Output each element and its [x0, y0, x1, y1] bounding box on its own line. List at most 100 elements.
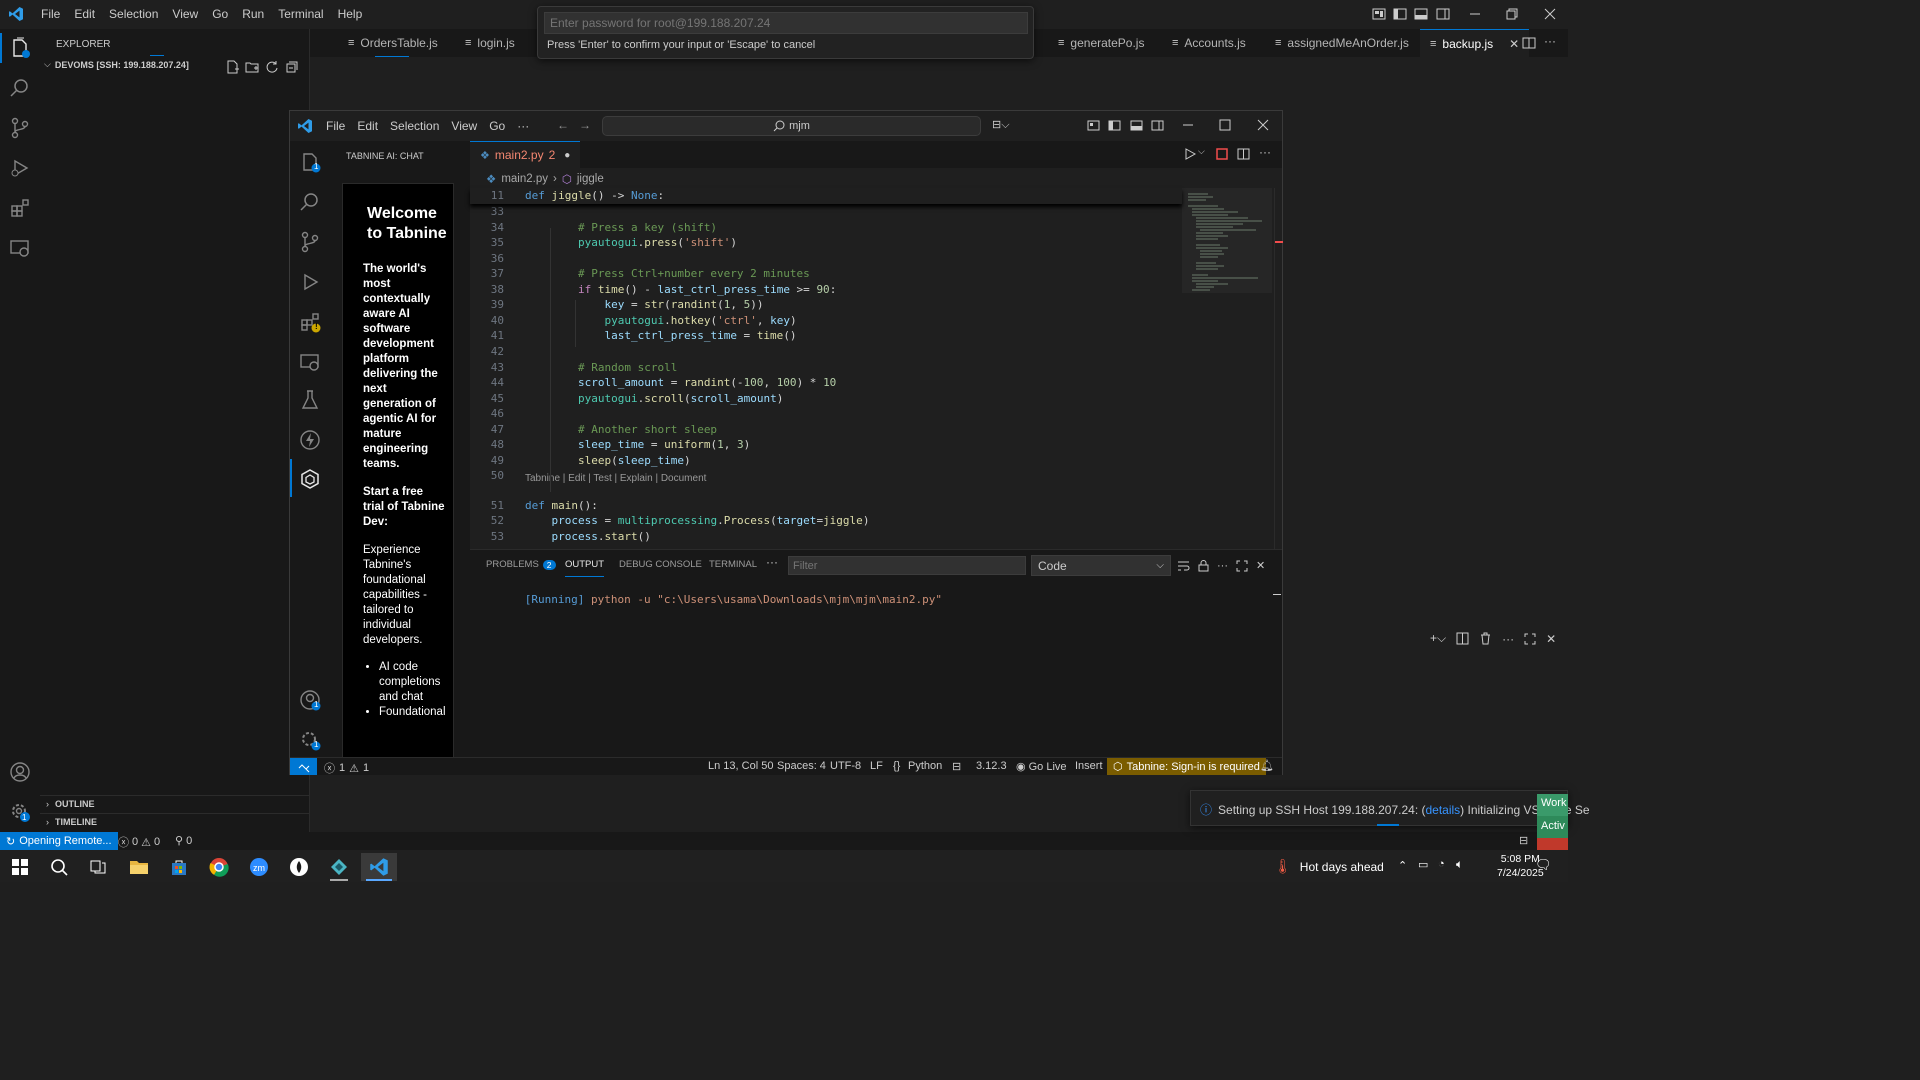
extensions-icon[interactable] [9, 197, 31, 219]
side-badge-red[interactable] [1537, 838, 1568, 850]
more-tabs-icon[interactable]: ··· [766, 555, 778, 569]
close-window-icon[interactable] [1543, 7, 1557, 21]
breadcrumb-file[interactable]: main2.py [501, 173, 548, 185]
menu-run[interactable]: Run [235, 7, 271, 21]
menu-file[interactable]: File [320, 119, 351, 133]
ports-status[interactable]: ⚲ 0 [175, 834, 192, 848]
filter-input[interactable] [788, 556, 1026, 575]
breadcrumb-symbol[interactable]: jiggle [577, 173, 604, 185]
volume-icon[interactable]: 🔈︎ [1456, 857, 1463, 872]
copilot-icon[interactable]: ⊟⌵ [992, 118, 1010, 132]
tab-orderstable[interactable]: ≡ OrdersTable.js [338, 29, 448, 57]
tabnine-icon[interactable] [299, 468, 321, 490]
code-line[interactable]: last_ctrl_press_time = time() [525, 329, 796, 342]
folder-header[interactable]: ⌵ DEVOMS [SSH: 199.188.207.24] [44, 59, 189, 70]
menu-edit[interactable]: Edit [351, 119, 384, 133]
timeline-section[interactable]: › TIMELINE [46, 817, 97, 827]
add-terminal-icon[interactable]: +⌵ [1430, 631, 1446, 646]
problems-status[interactable]: ⓧ 1 ⚠ 1 [324, 760, 369, 776]
toggle-secondary-sidebar-icon[interactable] [1436, 7, 1450, 21]
language-mode[interactable]: Python [908, 760, 942, 772]
tab-generatepo[interactable]: ≡ generatePo.js [1048, 29, 1154, 57]
side-badge[interactable]: Work [1537, 794, 1568, 816]
more-icon[interactable]: ··· [1217, 560, 1228, 572]
tab-accounts[interactable]: ≡ Accounts.js [1162, 29, 1256, 57]
maximize-panel-icon[interactable] [1236, 560, 1248, 572]
menu-go[interactable]: Go [205, 7, 235, 21]
code-line[interactable]: key = str(randint(1, 5)) [525, 298, 763, 311]
end-of-line[interactable]: LF [870, 760, 883, 772]
remote-indicator[interactable]: ↻ Opening Remote... [0, 832, 118, 850]
maximize-icon[interactable] [1219, 119, 1231, 131]
output-channel-select[interactable]: Code ⌵ [1031, 555, 1171, 576]
source-control-icon[interactable] [9, 117, 31, 139]
minimap[interactable] [1182, 188, 1272, 549]
code-line[interactable]: # Press a key (shift) [525, 221, 717, 234]
notifications-bell-icon[interactable]: 🔔︎ [1260, 759, 1274, 772]
minimize-icon[interactable] [1182, 119, 1194, 131]
source-control-icon[interactable] [299, 231, 321, 253]
outline-section[interactable]: › OUTLINE [46, 799, 95, 809]
search-icon[interactable] [9, 77, 31, 99]
problems-status[interactable]: ⓧ 0 ⚠ 0 [118, 834, 160, 850]
code-line[interactable]: if time() - last_ctrl_press_time >= 90: [525, 283, 836, 296]
file-explorer-icon[interactable] [121, 853, 157, 881]
close-panel-icon[interactable]: ✕ [1256, 559, 1265, 572]
zoom-icon[interactable]: zm [241, 853, 277, 881]
remote-explorer-icon[interactable] [9, 237, 31, 259]
lightning-icon[interactable] [299, 429, 321, 451]
close-window-icon[interactable] [1257, 119, 1269, 131]
go-live-button[interactable]: ◉ Go Live [1016, 760, 1067, 774]
code-line[interactable]: process.start() [525, 530, 651, 543]
chrome-icon[interactable] [201, 853, 237, 881]
customize-layout-icon[interactable] [1087, 119, 1100, 132]
tab-terminal[interactable]: TERMINAL [709, 559, 757, 570]
code-line[interactable]: sleep_time = uniform(1, 3) [525, 438, 750, 451]
forward-arrow-icon[interactable]: → [579, 118, 591, 132]
code-line[interactable]: # Random scroll [525, 361, 677, 374]
customize-layout-icon[interactable] [1372, 7, 1386, 21]
menu-selection[interactable]: Selection [102, 7, 165, 21]
toggle-panel-icon[interactable] [1414, 7, 1428, 21]
menu-terminal[interactable]: Terminal [271, 7, 330, 21]
search-icon[interactable] [299, 191, 321, 213]
menu-more[interactable]: ··· [511, 119, 535, 133]
editor-scrollbar[interactable] [1274, 188, 1283, 549]
split-editor-icon[interactable] [1237, 148, 1250, 160]
manage-gear-icon[interactable] [9, 801, 31, 823]
copilot-status-icon[interactable]: ⊟ [952, 760, 961, 773]
ssh-setup-notification[interactable]: ⓘ Setting up SSH Host 199.188.207.24: (d… [1190, 790, 1590, 826]
tabnine-status[interactable]: ⬡ Tabnine: Sign-in is required [1107, 758, 1266, 775]
menu-view[interactable]: View [445, 119, 483, 133]
code-line[interactable]: process = multiprocessing.Process(target… [525, 514, 870, 527]
menu-go[interactable]: Go [483, 119, 511, 133]
collapse-all-icon[interactable] [285, 60, 299, 74]
more-actions-icon[interactable]: ··· [1259, 145, 1271, 159]
refresh-icon[interactable] [265, 60, 279, 74]
tab-main2-py[interactable]: ❖ main2.py 2 ● [470, 141, 581, 168]
toggle-secondary-sidebar-icon[interactable] [1151, 119, 1164, 132]
code-line[interactable]: scroll_amount = randint(-100, 100) * 10 [525, 376, 836, 389]
app-diamond-icon[interactable] [321, 853, 357, 881]
more-icon[interactable]: ··· [1502, 632, 1514, 646]
stop-icon[interactable] [1216, 148, 1228, 160]
command-center-search[interactable]: mjm [602, 116, 981, 136]
code-line[interactable]: # Another short sleep [525, 423, 717, 436]
lock-icon[interactable] [1198, 559, 1209, 572]
indentation[interactable]: Spaces: 4 [777, 760, 826, 772]
testing-flask-icon[interactable] [299, 389, 321, 411]
menu-view[interactable]: View [165, 7, 205, 21]
code-line[interactable]: pyautogui.press('shift') [525, 236, 737, 249]
app-circle-icon[interactable] [281, 853, 317, 881]
toggle-primary-sidebar-icon[interactable] [1393, 7, 1407, 21]
code-line[interactable]: # Press Ctrl+number every 2 minutes [525, 267, 810, 280]
password-input[interactable] [544, 12, 1028, 34]
toggle-primary-sidebar-icon[interactable] [1108, 119, 1121, 132]
code-line[interactable]: def main(): [525, 499, 598, 512]
editor-mode[interactable]: Insert [1075, 760, 1103, 772]
tab-output[interactable]: OUTPUT [565, 559, 605, 577]
split-terminal-icon[interactable] [1456, 632, 1469, 645]
more-actions-icon[interactable]: ··· [1544, 34, 1556, 48]
task-view-icon[interactable] [80, 853, 116, 881]
encoding[interactable]: UTF-8 [830, 760, 861, 772]
